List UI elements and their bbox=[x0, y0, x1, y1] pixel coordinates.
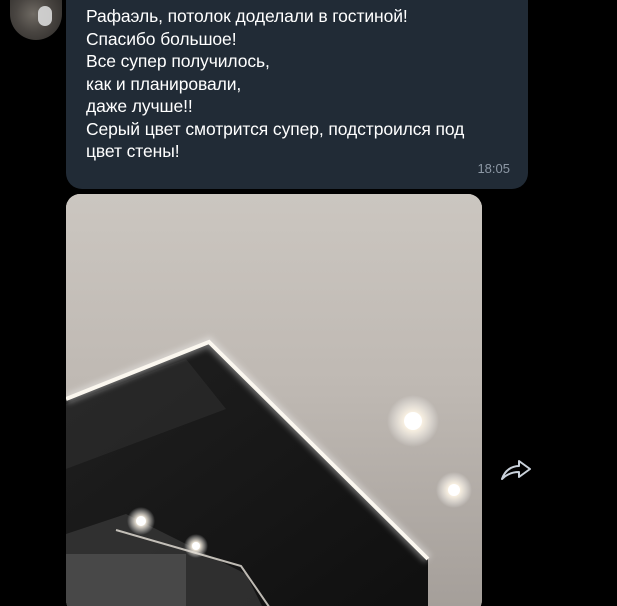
message-text: Рафаэль, потолок доделали в гостиной! Сп… bbox=[86, 5, 508, 163]
chat-screen: Рафаэль, потолок доделали в гостиной! Сп… bbox=[0, 0, 617, 606]
photo-attachment[interactable] bbox=[66, 194, 482, 606]
avatar[interactable] bbox=[10, 0, 62, 40]
message-line: Рафаэль, потолок доделали в гостиной! bbox=[86, 6, 408, 26]
message-bubble[interactable]: Рафаэль, потолок доделали в гостиной! Сп… bbox=[66, 0, 528, 189]
message-line: Все супер получилось, bbox=[86, 51, 270, 71]
avatar-redaction bbox=[38, 6, 52, 26]
message-line: Спасибо большое! bbox=[86, 28, 237, 49]
message-line: Серый цвет смотрится супер, подстроился … bbox=[86, 118, 465, 139]
share-forward-icon bbox=[501, 460, 531, 480]
message-line: даже лучше!! bbox=[86, 96, 193, 116]
message-time: 18:05 bbox=[477, 161, 510, 176]
ceiling-photo bbox=[66, 194, 482, 606]
message-line: как и планировали, bbox=[86, 73, 242, 94]
message-line: цвет стены! bbox=[86, 141, 180, 161]
share-button[interactable] bbox=[496, 455, 536, 485]
